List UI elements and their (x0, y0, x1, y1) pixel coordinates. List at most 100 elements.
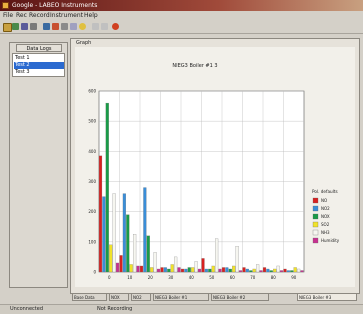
data-logs-panel: Data Logs Test 1 Test 2 Test 3 (9, 42, 68, 288)
bar (283, 268, 287, 273)
bar (290, 270, 294, 273)
bar (129, 264, 133, 273)
bar (235, 246, 239, 273)
x-tick-label: 50 (209, 275, 215, 280)
bar (109, 244, 113, 273)
tab-base-data[interactable]: Base Data (72, 293, 107, 301)
table-icon[interactable] (52, 23, 59, 30)
chart-icon[interactable] (43, 23, 50, 30)
bar (136, 265, 140, 273)
bar (184, 268, 188, 273)
bar (139, 265, 144, 273)
zoom-icon[interactable] (61, 23, 68, 30)
print-icon[interactable] (30, 23, 37, 30)
x-tick-label: 30 (168, 275, 174, 280)
chart-grid (98, 90, 305, 273)
start-icon[interactable] (79, 23, 86, 30)
legend-label: NOX (321, 214, 330, 219)
bar (174, 256, 178, 273)
bar (273, 268, 277, 273)
bar (262, 267, 267, 273)
x-tick-label: 20 (148, 275, 154, 280)
chart-title: NIEG3 Boiler #1 3 (172, 63, 217, 69)
legend-label: Humidity (321, 238, 340, 243)
bar (293, 267, 297, 273)
open-icon[interactable] (12, 23, 19, 30)
bar (126, 214, 130, 273)
bar (197, 268, 202, 273)
title-bar: Google - LABEO Instruments (0, 0, 363, 11)
bar (102, 196, 106, 273)
chart-legend: Pol. defaults NO NO2 NOX SO2 NH3 Humidity (312, 189, 340, 243)
pause-icon[interactable] (101, 23, 108, 30)
bar (112, 193, 116, 273)
bar-chart: NIEG3 Boiler #1 3 600 500 400 300 200 100 0 0 1… (88, 63, 340, 280)
bar (228, 268, 232, 273)
x-tick-label: 40 (189, 275, 195, 280)
app-icon (2, 2, 9, 9)
bar (218, 268, 222, 273)
data-log-item[interactable]: Test 3 (14, 69, 64, 76)
bar (225, 267, 229, 273)
toolbar (0, 21, 363, 34)
data-logs-button[interactable]: Data Logs (16, 44, 62, 52)
y-tick-label: 100 (88, 239, 96, 244)
tab-no2[interactable]: NO2 (131, 293, 151, 301)
bar (143, 187, 147, 273)
bar (297, 268, 301, 273)
bar (259, 270, 263, 273)
tab-boiler-1[interactable]: NIEG3 Boiler #1 (153, 293, 209, 301)
status-recording: Not Recording (97, 306, 133, 312)
stop-icon[interactable] (92, 23, 99, 30)
bar (191, 267, 195, 273)
bar (105, 102, 109, 273)
tab-boiler-2[interactable]: NIEG3 Boiler #2 (211, 293, 269, 301)
bar (208, 268, 212, 273)
bar (300, 270, 304, 273)
data-log-item[interactable]: Test 1 (14, 55, 64, 62)
menu-rec[interactable]: Rec (16, 11, 27, 21)
legend-swatch (312, 221, 319, 228)
y-tick-labels: 600 500 400 300 200 100 0 (88, 89, 96, 275)
tab-nox[interactable]: NOX (109, 293, 129, 301)
tab-boiler-3[interactable]: NIEG3 Boiler #3 (297, 293, 357, 301)
status-bar: Unconnected Not Recording (0, 304, 363, 314)
y-tick-label: 200 (88, 209, 96, 214)
bar (276, 265, 280, 273)
y-tick-label: 0 (93, 270, 96, 275)
record-icon[interactable] (112, 23, 119, 30)
menu-bar: File Rec Record Instrument Help (0, 11, 363, 21)
legend-swatch (312, 213, 319, 220)
bar (170, 264, 174, 273)
bar (232, 265, 236, 273)
bar (163, 267, 167, 273)
bar (256, 264, 260, 273)
bar (211, 265, 215, 273)
legend-swatch (312, 205, 319, 212)
chart-area: NIEG3 Boiler #1 3 600 500 400 300 200 100 0 0 1… (75, 47, 355, 287)
x-tick-labels: 0 10 20 30 40 50 60 70 80 90 (108, 275, 297, 280)
menu-instrument[interactable]: Instrument (50, 11, 83, 21)
menu-file[interactable]: File (3, 11, 13, 21)
bar (115, 262, 120, 273)
save-icon[interactable] (21, 23, 28, 30)
bar (266, 268, 270, 273)
new-icon[interactable] (3, 23, 12, 32)
status-connection: Unconnected (10, 306, 44, 312)
bar (180, 268, 185, 273)
menu-record[interactable]: Record (29, 11, 50, 21)
data-log-item-selected[interactable]: Test 2 (14, 62, 64, 69)
legend-title: Pol. defaults (312, 189, 338, 194)
menu-help[interactable]: Help (84, 11, 98, 21)
bar (98, 155, 103, 273)
export-icon[interactable] (70, 23, 77, 30)
bar (167, 268, 171, 273)
bar (153, 252, 157, 273)
bar (252, 268, 256, 273)
graph-label: Graph (76, 40, 92, 46)
x-tick-label: 0 (108, 275, 111, 280)
bar (119, 255, 123, 273)
bar (177, 267, 181, 273)
bar (133, 234, 137, 273)
bar (160, 267, 164, 273)
